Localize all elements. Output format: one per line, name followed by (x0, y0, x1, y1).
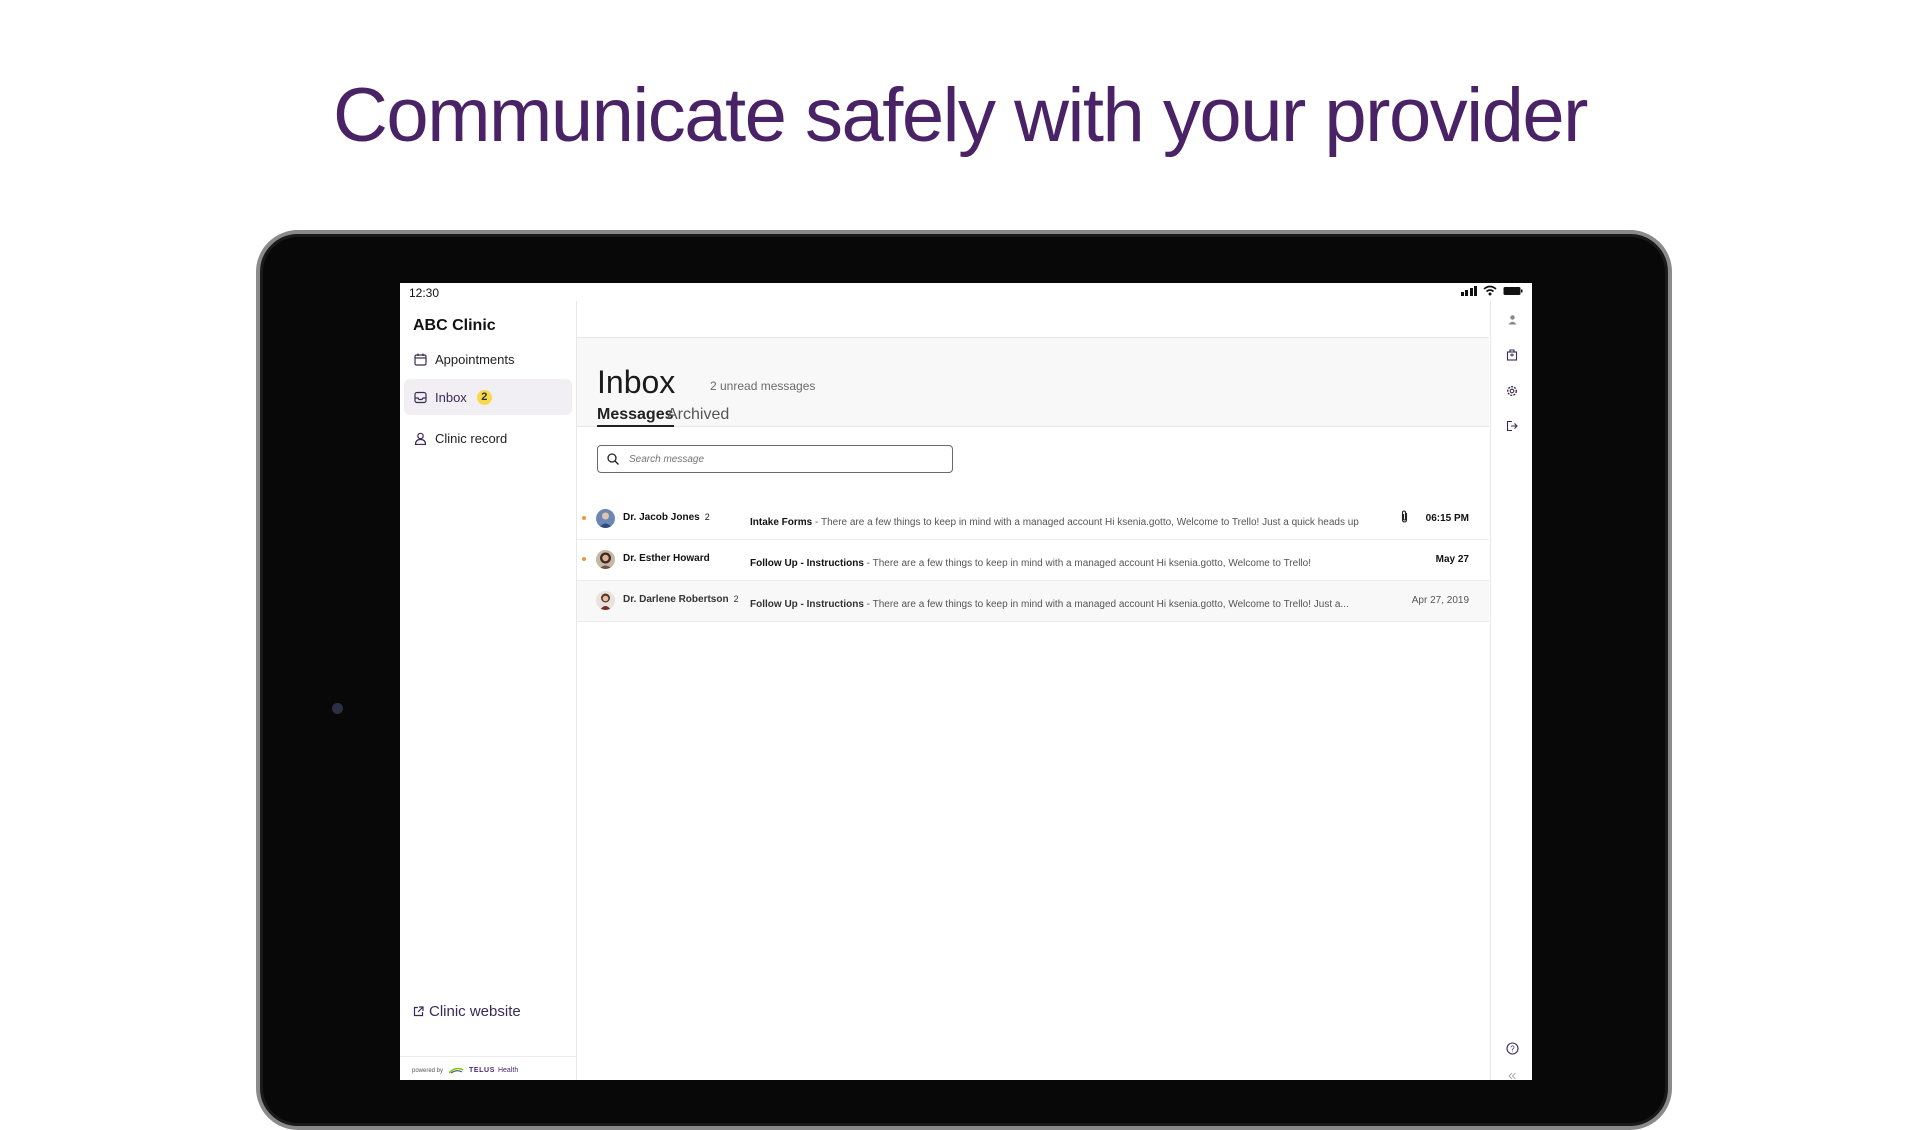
tab-messages[interactable]: Messages (597, 406, 674, 427)
thread-count: 2 (733, 594, 739, 604)
message-list: Dr. Jacob Jones 2 Intake Forms - There ar… (577, 499, 1489, 622)
brand-name: TELUS (469, 1067, 495, 1074)
sidebar: ABC Clinic Appointments Inbox 2 Clinic r… (400, 301, 577, 1080)
message-row[interactable]: Dr. Jacob Jones 2 Intake Forms - There ar… (577, 499, 1489, 540)
sidebar-divider (400, 1056, 576, 1057)
unread-count: 2 unread messages (710, 379, 816, 393)
page-headline: Communicate safely with your provider (333, 73, 1588, 158)
calendar-icon (413, 352, 427, 366)
status-time: 12:30 (409, 286, 440, 300)
message-preview: - There are a few things to keep in mind… (863, 599, 1349, 610)
message-date: Apr 27, 2019 (1411, 595, 1469, 606)
paperclip-icon (1400, 510, 1409, 526)
avatar (596, 591, 615, 610)
help-icon[interactable]: ? (1505, 1041, 1519, 1055)
message-date: May 27 (1435, 554, 1469, 565)
wifi-icon (1483, 285, 1497, 296)
message-date: 06:15 PM (1425, 513, 1469, 524)
collapse-icon[interactable] (1505, 1069, 1519, 1080)
status-bar: 12:30 (400, 283, 1532, 301)
gear-icon[interactable] (1505, 384, 1519, 398)
inbox-header: Inbox 2 unread messages Messages Archive… (577, 338, 1489, 427)
user-icon[interactable] (1505, 312, 1519, 326)
app-screen: 12:30 ABC Clinic Appointments Inbox 2 Cl… (400, 283, 1532, 1080)
sender-name: Dr. Darlene Robertson 2 (623, 594, 739, 605)
page-title: Inbox (597, 364, 676, 400)
unread-dot (582, 516, 586, 520)
logout-icon[interactable] (1505, 419, 1519, 433)
svg-text:?: ? (1510, 1044, 1515, 1053)
message-preview: - There are a few things to keep in mind… (863, 558, 1311, 569)
sidebar-item-label: Clinic record (435, 430, 508, 446)
sidebar-item-inbox[interactable]: Inbox 2 (404, 379, 572, 415)
unread-dot (582, 557, 586, 561)
search-icon (607, 453, 619, 465)
sidebar-item-clinic-record[interactable]: Clinic record (404, 420, 572, 456)
search-input[interactable] (627, 452, 931, 466)
sender-name: Dr. Esther Howard (623, 553, 710, 564)
signal-icon (1460, 285, 1477, 296)
avatar (596, 509, 615, 528)
search-box[interactable] (597, 445, 953, 473)
unread-badge: 2 (476, 389, 492, 405)
clinic-name: ABC Clinic (413, 317, 496, 334)
powered-by: powered by TELUS Health (412, 1067, 518, 1074)
inbox-icon (413, 390, 427, 404)
sidebar-item-label: Appointments (435, 351, 515, 367)
message-subject: Intake Forms - There are a few things to… (750, 517, 1359, 528)
clinic-website-label: Clinic website (429, 1003, 521, 1020)
clinic-website-link[interactable]: Clinic website (413, 1003, 521, 1020)
message-subject: Follow Up - Instructions - There are a f… (750, 558, 1311, 569)
sender-name: Dr. Jacob Jones 2 (623, 512, 710, 523)
battery-icon (1503, 287, 1523, 295)
message-row[interactable]: Dr. Darlene Robertson 2 Follow Up - Instr… (577, 581, 1489, 622)
building-icon[interactable] (1505, 348, 1519, 362)
main-panel: Inbox 2 unread messages Messages Archive… (577, 301, 1489, 1080)
telus-logo-icon (449, 1067, 464, 1074)
message-row[interactable]: Dr. Esther Howard Follow Up - Instructio… (577, 540, 1489, 581)
right-toolbar: ? (1490, 301, 1532, 1080)
message-preview: - There are a few things to keep in mind… (812, 517, 1359, 528)
powered-by-text: powered by (412, 1067, 444, 1074)
external-link-icon (413, 1006, 424, 1017)
message-subject: Follow Up - Instructions - There are a f… (750, 599, 1349, 610)
sidebar-item-label: Inbox (435, 389, 467, 405)
tab-archived[interactable]: Archived (667, 406, 729, 424)
camera-lens (332, 703, 343, 714)
top-bar (577, 301, 1489, 338)
brand-sub: Health (497, 1067, 519, 1074)
sidebar-item-appointments[interactable]: Appointments (404, 341, 572, 377)
person-icon (413, 431, 427, 445)
status-icons (1460, 285, 1524, 296)
avatar (596, 550, 615, 569)
thread-count: 2 (704, 512, 710, 522)
